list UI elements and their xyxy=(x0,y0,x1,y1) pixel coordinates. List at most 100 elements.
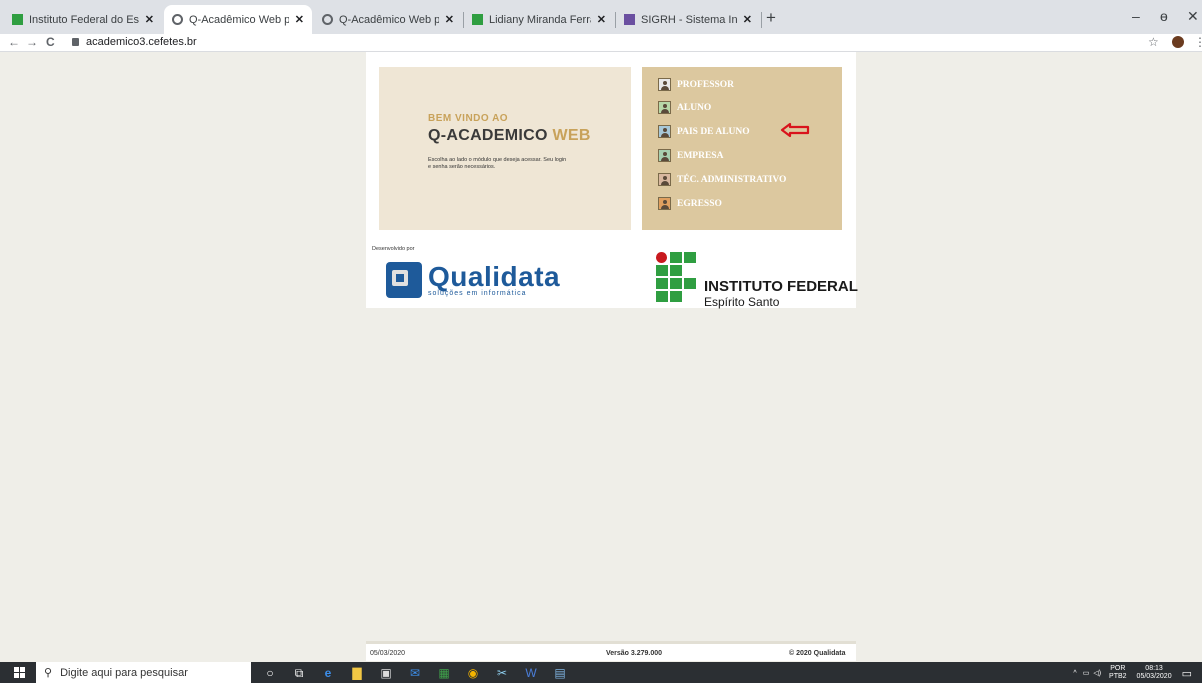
module-menu: PROFESSOR ALUNO PAIS DE ALUNO EMPRESA TÉ… xyxy=(642,67,842,230)
tab-title: SIGRH - Sistema Integrado de Ge xyxy=(641,13,737,26)
mail-icon[interactable]: ✉ xyxy=(407,666,423,680)
menu-item-label: PAIS DE ALUNO xyxy=(677,126,750,137)
menu-item-label: TÉC. ADMINISTRATIVO xyxy=(677,174,787,185)
show-hidden-icons-icon[interactable]: ^ xyxy=(1073,670,1076,677)
welcome-greeting: BEM VINDO AO xyxy=(428,113,509,124)
word-icon[interactable]: W xyxy=(523,666,539,680)
task-view-icon[interactable]: ⧉ xyxy=(291,666,307,680)
tec-administrativo-icon xyxy=(658,173,671,186)
notifications-icon[interactable]: ▭ xyxy=(1182,667,1192,680)
taskbar-clock[interactable]: 08:13 05/03/2020 xyxy=(1137,665,1172,681)
menu-item-professor[interactable]: PROFESSOR xyxy=(658,78,734,91)
taskbar-apps: ○ ⧉ e ▇ ▣ ✉ ▦ ◉ ✂ W ▤ xyxy=(262,664,581,681)
tab-separator xyxy=(761,12,762,28)
tab-title: Lidiany Miranda Ferraz - Outlook xyxy=(489,13,591,26)
browser-tab-strip: Instituto Federal do Espírito Santo ✕ Q-… xyxy=(0,0,1202,34)
input-language[interactable]: POR PTB2 xyxy=(1109,665,1127,681)
network-icon[interactable]: ▭ xyxy=(1083,669,1090,677)
footer-copyright: © 2020 Qualidata xyxy=(789,650,846,657)
sigrh-favicon-icon xyxy=(624,14,635,25)
tab-close-icon[interactable]: ✕ xyxy=(597,13,606,26)
tab-title: Instituto Federal do Espírito Santo xyxy=(29,13,139,26)
lock-icon[interactable] xyxy=(72,38,79,46)
menu-item-label: PROFESSOR xyxy=(677,79,735,90)
page-footer: 05/03/2020 Versão 3.279.000 © 2020 Quali… xyxy=(366,641,856,661)
red-arrow-annotation-icon xyxy=(780,122,810,138)
minimize-button[interactable]: – xyxy=(1132,8,1140,24)
clock-time: 08:13 xyxy=(1145,665,1163,672)
menu-item-tec-administrativo[interactable]: TÉC. ADMINISTRATIVO xyxy=(658,173,786,186)
tab-q-academico-active[interactable]: Q-Acadêmico Web para CEFET - ✕ xyxy=(164,5,312,34)
welcome-title: Q-ACADEMICO WEB xyxy=(428,127,591,145)
if-logo-mark-icon xyxy=(656,252,696,306)
clock-date: 05/03/2020 xyxy=(1136,673,1172,680)
welcome-instructions: Escolha ao lado o módulo que deseja aces… xyxy=(428,157,567,170)
if-name: INSTITUTO FEDERAL xyxy=(704,278,858,295)
tab-outlook[interactable]: Lidiany Miranda Ferraz - Outlook ✕ xyxy=(464,5,614,34)
ifes-favicon-icon xyxy=(472,14,483,25)
browser-menu-icon[interactable]: ⋮ xyxy=(1194,35,1202,49)
menu-item-label: EMPRESA xyxy=(677,150,724,161)
system-tray: ^ ▭ ◁) POR PTB2 08:13 05/03/2020 ▭ xyxy=(1073,665,1192,681)
footer-date: 05/03/2020 xyxy=(370,650,406,657)
globe-favicon-icon xyxy=(172,14,183,25)
tab-instituto-federal[interactable]: Instituto Federal do Espírito Santo ✕ xyxy=(4,5,162,34)
tab-close-icon[interactable]: ✕ xyxy=(145,13,154,26)
store-icon[interactable]: ▣ xyxy=(378,666,394,680)
menu-item-empresa[interactable]: EMPRESA xyxy=(658,149,723,162)
tab-title: Q-Acadêmico Web para CEFET - xyxy=(189,13,289,26)
file-explorer-icon[interactable]: ▇ xyxy=(349,666,365,680)
page-viewport: BEM VINDO AO Q-ACADEMICO WEB Escolha ao … xyxy=(0,52,1202,662)
new-tab-button[interactable]: + xyxy=(766,9,776,26)
url-field[interactable]: academico3.cefetes.br xyxy=(86,36,197,48)
menu-item-label: EGRESSO xyxy=(677,198,722,209)
search-icon: ⚲ xyxy=(44,667,53,679)
ifes-favicon-icon xyxy=(12,14,23,25)
qualidata-logo[interactable]: Qualidata soluções em informática xyxy=(386,262,560,298)
menu-item-pais-de-aluno[interactable]: PAIS DE ALUNO xyxy=(658,122,810,138)
menu-item-label: ALUNO xyxy=(677,102,712,113)
if-state: Espírito Santo xyxy=(704,295,780,309)
qualidata-logo-icon xyxy=(386,262,422,298)
cortana-icon[interactable]: ○ xyxy=(262,666,278,680)
volume-icon[interactable]: ◁) xyxy=(1093,669,1101,677)
welcome-title-accent: WEB xyxy=(552,127,591,144)
globe-favicon-icon xyxy=(322,14,333,25)
login-portal: BEM VINDO AO Q-ACADEMICO WEB Escolha ao … xyxy=(366,52,858,309)
welcome-panel: BEM VINDO AO Q-ACADEMICO WEB Escolha ao … xyxy=(379,67,631,230)
windows-taskbar: ⚲ Digite aqui para pesquisar ○ ⧉ e ▇ ▣ ✉… xyxy=(0,662,1202,683)
address-bar-row: ← → C academico3.cefetes.br ☆ ⋮ xyxy=(0,34,1202,52)
egresso-icon xyxy=(658,197,671,210)
back-button[interactable]: ← xyxy=(8,35,20,49)
professor-icon xyxy=(658,78,671,91)
aluno-icon xyxy=(658,101,671,114)
language-code: POR xyxy=(1110,665,1126,672)
profile-avatar[interactable] xyxy=(1172,36,1184,48)
bookmark-star-icon[interactable]: ☆ xyxy=(1148,35,1159,49)
welcome-title-main: Q-ACADEMICO xyxy=(428,127,548,144)
pais-de-aluno-icon xyxy=(658,125,671,138)
footer-version: Versão 3.279.000 xyxy=(606,650,663,657)
tab-close-icon[interactable]: ✕ xyxy=(295,13,304,26)
menu-item-aluno[interactable]: ALUNO xyxy=(658,101,711,114)
tab-title: Q-Acadêmico Web para CEFET - xyxy=(339,13,439,26)
app-icon[interactable]: ▤ xyxy=(552,666,568,680)
restore-button[interactable]: ɵ xyxy=(1160,8,1168,24)
excel-icon[interactable]: ▦ xyxy=(436,666,452,680)
developed-by-label: Desenvolvido por xyxy=(372,246,415,252)
edge-icon[interactable]: e xyxy=(320,666,336,680)
forward-button[interactable]: → xyxy=(26,35,38,49)
chrome-icon[interactable]: ◉ xyxy=(465,666,481,680)
close-window-button[interactable]: ✕ xyxy=(1187,8,1199,25)
menu-item-egresso[interactable]: EGRESSO xyxy=(658,197,722,210)
windows-start-icon[interactable] xyxy=(14,667,25,678)
empresa-icon xyxy=(658,149,671,162)
taskbar-search-input[interactable]: ⚲ Digite aqui para pesquisar xyxy=(36,662,251,683)
tab-q-academico[interactable]: Q-Acadêmico Web para CEFET - ✕ xyxy=(314,5,462,34)
tab-close-icon[interactable]: ✕ xyxy=(743,13,752,26)
reload-button[interactable]: C xyxy=(46,35,55,49)
qualidata-name: Qualidata xyxy=(428,260,561,292)
snipping-tool-icon[interactable]: ✂ xyxy=(494,666,510,680)
tab-sigrh[interactable]: SIGRH - Sistema Integrado de Ge ✕ xyxy=(616,5,760,34)
tab-close-icon[interactable]: ✕ xyxy=(445,13,454,26)
